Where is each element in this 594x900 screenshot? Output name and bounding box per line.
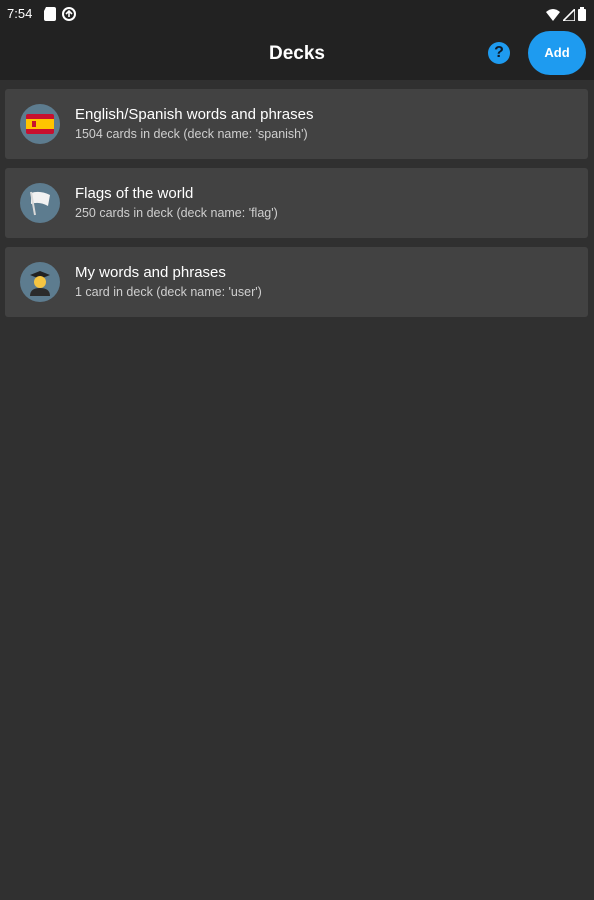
deck-item-spanish[interactable]: English/Spanish words and phrases 1504 c… [5, 89, 588, 159]
status-right-icons [546, 6, 586, 26]
deck-subtitle: 1504 cards in deck (deck name: 'spanish'… [75, 127, 308, 141]
deck-item-user[interactable]: My words and phrases 1 card in deck (dec… [5, 247, 588, 317]
signal-icon [561, 6, 576, 26]
sd-card-icon [44, 7, 56, 26]
deck-subtitle: 250 cards in deck (deck name: 'flag') [75, 206, 278, 220]
status-bar: 7:54 [0, 0, 594, 30]
add-deck-button[interactable]: Add [528, 31, 586, 75]
battery-icon [578, 7, 586, 26]
deck-item-flags[interactable]: Flags of the world 250 cards in deck (de… [5, 168, 588, 238]
white-flag-icon [20, 183, 60, 223]
status-left-icons [44, 7, 76, 26]
deck-title: My words and phrases [75, 264, 226, 281]
wifi-icon [546, 8, 560, 26]
status-time: 7:54 [7, 6, 33, 21]
help-button[interactable]: ? [488, 42, 510, 64]
deck-list: English/Spanish words and phrases 1504 c… [5, 89, 588, 326]
deck-title: English/Spanish words and phrases [75, 106, 314, 123]
student-icon [20, 262, 60, 302]
deck-title: Flags of the world [75, 185, 194, 202]
deck-subtitle: 1 card in deck (deck name: 'user') [75, 285, 262, 299]
app-bar: Decks ? Add [0, 30, 594, 80]
spain-flag-icon [20, 104, 60, 144]
sync-icon [62, 7, 76, 26]
